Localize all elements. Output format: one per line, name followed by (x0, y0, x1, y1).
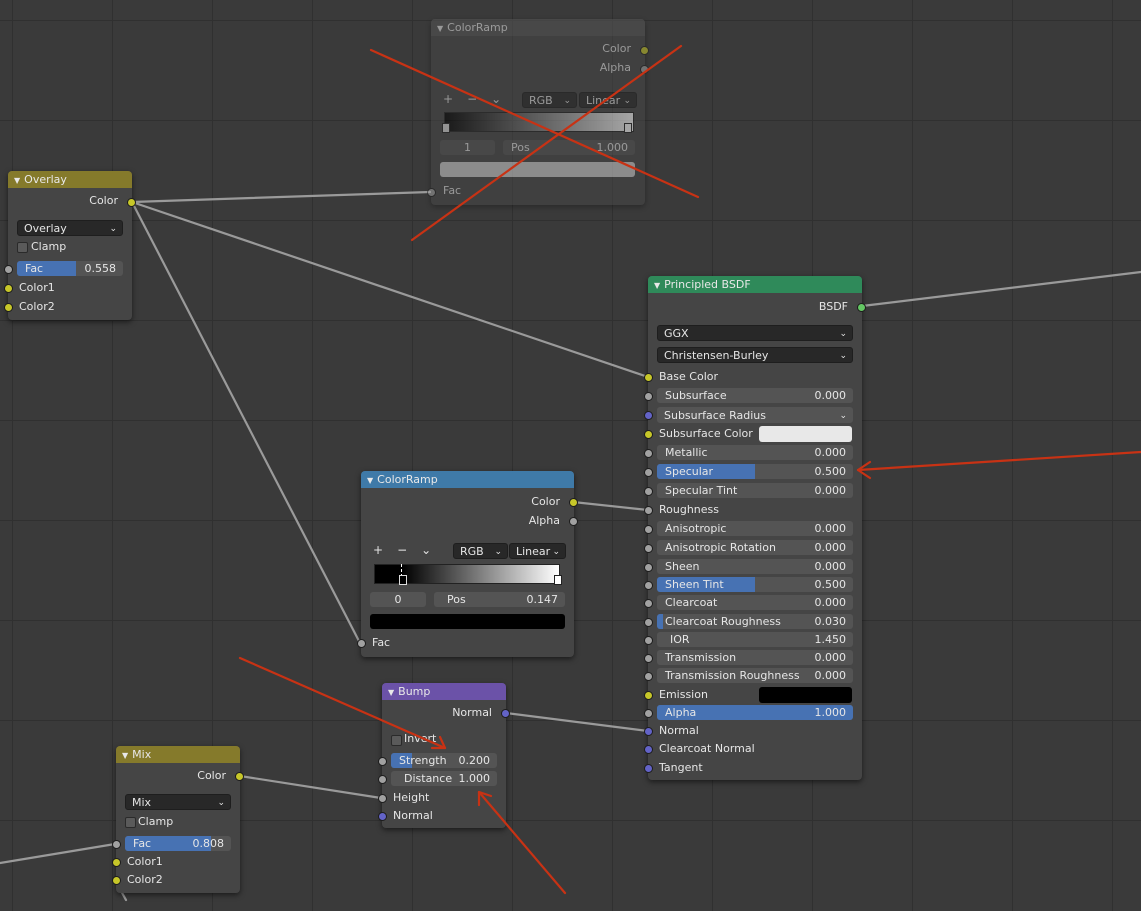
arrow-to-strength (238, 656, 447, 750)
arrow-to-specular (856, 450, 1141, 472)
annotation-arrows (238, 450, 1141, 895)
arrow-to-distance (477, 790, 567, 895)
